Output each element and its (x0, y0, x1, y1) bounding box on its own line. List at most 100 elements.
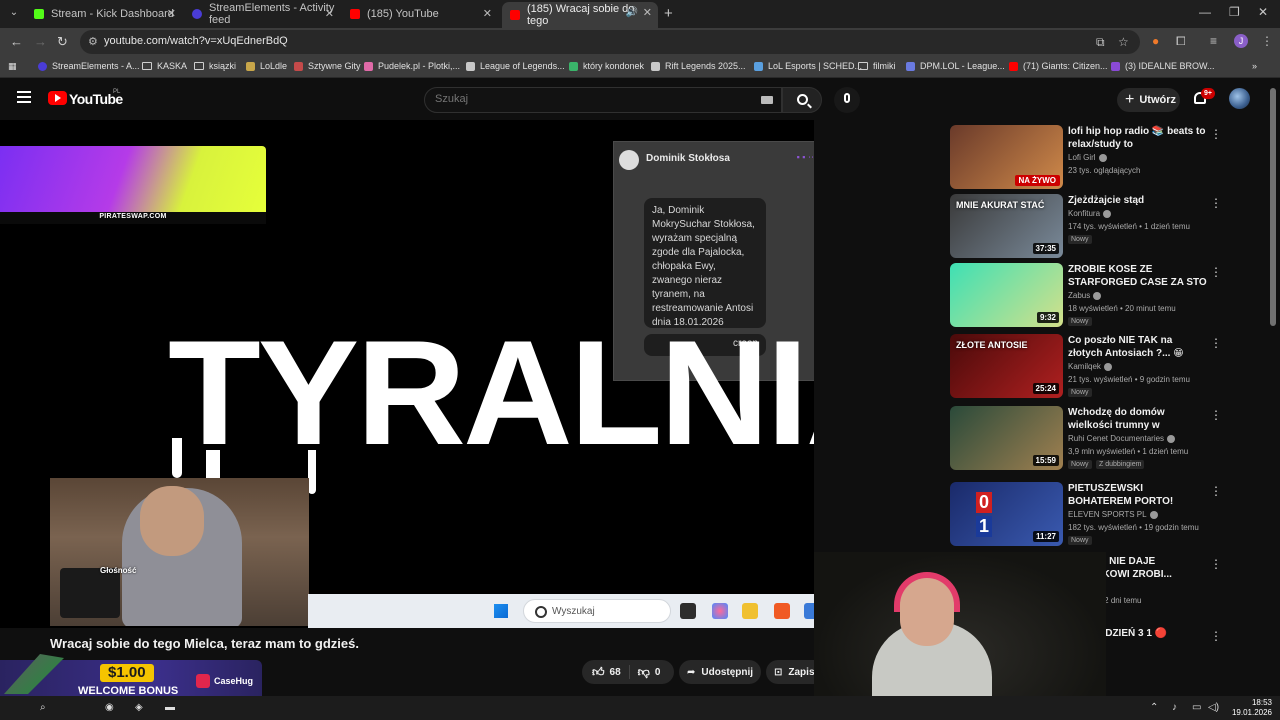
profile-avatar[interactable]: J (1234, 34, 1248, 48)
suggestion-title[interactable]: ZROBIE KOSE ZE STARFORGED CASE ZA STO DW… (1068, 263, 1208, 289)
voice-search-button[interactable] (834, 87, 860, 113)
tab-search-icon[interactable]: ⌄ (6, 5, 22, 21)
apps-grid-icon[interactable]: ▦ (8, 61, 17, 72)
address-bar[interactable]: ⚙ youtube.com/watch?v=xUqEdnerBdQ ⧉ ☆ (80, 30, 1140, 54)
suggestion-channel[interactable]: Lofi Girl (1068, 153, 1107, 162)
tab-close-icon[interactable]: ✕ (483, 7, 492, 20)
forward-icon[interactable]: → (34, 34, 47, 49)
taskbar-search-icon[interactable]: ⌕ (40, 702, 46, 713)
bookmark-item[interactable]: Rift Legends 2025... (651, 61, 746, 71)
tab-close-icon[interactable]: ✕ (643, 6, 652, 19)
bookmark-item[interactable]: (71) Giants: Citizen... (1009, 61, 1108, 71)
more-options-icon[interactable]: ⋮ (1210, 336, 1222, 350)
maximize-icon[interactable]: ❐ (1229, 5, 1240, 19)
suggestion-item[interactable]: 0 1 11:27 PIETUSZEWSKI BOHATEREM PORTO! DEB… (950, 482, 1225, 548)
new-tab-icon[interactable]: + (664, 5, 673, 22)
dislike-button[interactable]: 👎︎ 0 (630, 665, 661, 680)
suggestion-title[interactable]: PIETUSZEWSKI BOHATEREM PORTO! DEBIUT MAR… (1068, 482, 1208, 508)
suggestion-thumbnail[interactable]: NA ŻYWO (950, 125, 1063, 189)
extensions-puzzle-icon[interactable]: ⧠ (1176, 34, 1186, 49)
more-options-icon[interactable]: ⋮ (1210, 557, 1222, 571)
suggestion-title[interactable]: Co poszło NIE TAK na złotych Antosiach ?… (1068, 334, 1208, 360)
bookmark-item[interactable]: Sztywne Gity (294, 61, 361, 71)
suggestion-thumbnail[interactable]: 0 1 11:27 (950, 482, 1063, 546)
video-player[interactable]: PIRATESWAP.COM Dominik Stokłosa ▪ ▪ ⋯ Ja… (0, 120, 814, 628)
close-window-icon[interactable]: ✕ (1258, 5, 1268, 19)
share-icon: ➦ (687, 666, 696, 678)
suggestion-title[interactable]: lofi hip hop radio 📚 beats to relax/stud… (1068, 125, 1208, 151)
account-avatar[interactable] (1229, 88, 1250, 109)
network-icon[interactable]: ▭ (1192, 702, 1201, 713)
suggestion-thumbnail[interactable]: 15:59 (950, 406, 1063, 470)
volume-icon[interactable]: ◁) (1208, 702, 1219, 713)
bookmark-folder[interactable]: filmiki (858, 61, 896, 71)
bookmark-item[interactable]: LoL Esports | SCHED... (754, 61, 862, 71)
bookmark-item[interactable]: (3) IDEALNE BROW... (1111, 61, 1215, 71)
share-button[interactable]: ➦ Udostępnij (679, 660, 761, 684)
search-input[interactable] (435, 93, 735, 105)
tab-youtube[interactable]: (185) YouTube ✕ (342, 3, 498, 25)
minimize-icon[interactable]: — (1199, 5, 1211, 19)
taskbar-app-icon[interactable]: ◉ (105, 702, 114, 713)
more-options-icon[interactable]: ⋮ (1210, 484, 1222, 498)
more-bookmarks-icon[interactable]: » (1252, 61, 1257, 71)
search-box[interactable] (424, 87, 782, 113)
suggestion-item[interactable]: MNIE AKURAT STAĆ 37:35 Zjeżdżajcie stąd Kon… (950, 194, 1225, 260)
suggestion-item[interactable]: 9:32 ZROBIE KOSE ZE STARFORGED CASE ZA ST… (950, 263, 1225, 329)
speaker-icon[interactable]: 🔊 (626, 7, 638, 18)
suggestion-thumbnail[interactable]: ZŁOTE ANTOSIE 25:24 (950, 334, 1063, 398)
search-button[interactable] (782, 87, 822, 113)
site-info-icon[interactable]: ⚙ (88, 35, 98, 48)
more-options-icon[interactable]: ⋮ (1210, 196, 1222, 210)
discord-icon[interactable]: ◈ (135, 702, 143, 713)
bookmark-item[interactable]: LoLdle (246, 61, 287, 71)
youtube-logo-icon[interactable] (48, 91, 67, 105)
tab-close-icon[interactable]: ✕ (325, 7, 334, 20)
lolesports-icon (754, 61, 763, 71)
tab-streamelements[interactable]: StreamElements - Activity feed ✕ (184, 2, 340, 26)
more-options-icon[interactable]: ⋮ (1210, 127, 1222, 141)
back-icon[interactable]: ← (10, 34, 23, 49)
create-button[interactable]: + Utwórz (1117, 88, 1180, 112)
keyboard-icon[interactable] (761, 96, 773, 104)
reload-icon[interactable]: ↻ (57, 34, 68, 50)
suggestion-channel[interactable]: ELEVEN SPORTS PL (1068, 510, 1158, 519)
suggestion-channel[interactable]: Kamilqek (1068, 362, 1112, 371)
browser-menu-icon[interactable]: ⋮ (1261, 34, 1273, 48)
tab-youtube-video-active[interactable]: (185) Wracaj sobie do tego 🔊 ✕ (502, 2, 658, 28)
suggestion-item[interactable]: ZŁOTE ANTOSIE 25:24 Co poszło NIE TAK na z… (950, 334, 1225, 400)
bookmark-item[interactable]: League of Legends... (466, 61, 565, 71)
more-options-icon[interactable]: ⋮ (1210, 408, 1222, 422)
suggestion-thumbnail[interactable]: 9:32 (950, 263, 1063, 327)
file-icon[interactable]: ▬ (165, 702, 175, 713)
tab-close-icon[interactable]: ✕ (167, 7, 176, 20)
suggestion-item[interactable]: NA ŻYWO lofi hip hop radio 📚 beats to rel… (950, 125, 1225, 191)
bookmark-label: League of Legends... (480, 61, 565, 71)
tray-mic-icon[interactable]: ♪ (1172, 702, 1177, 713)
tray-expand-icon[interactable]: ⌃ (1150, 702, 1158, 713)
bookmark-item[interactable]: StreamElements - A... (38, 61, 140, 71)
suggestion-thumbnail[interactable]: MNIE AKURAT STAĆ 37:35 (950, 194, 1063, 258)
bookmark-item[interactable]: Pudelek.pl - Plotki,... (364, 61, 460, 71)
menu-icon[interactable] (17, 91, 31, 103)
extension-icon[interactable]: ● (1152, 34, 1159, 48)
suggestion-title[interactable]: Zjeżdżajcie stąd (1068, 194, 1208, 207)
suggestion-channel[interactable]: Zabus (1068, 291, 1102, 300)
bookmark-star-icon[interactable]: ☆ (1118, 35, 1129, 49)
bookmark-item[interactable]: DPM.LOL - League... (906, 61, 1005, 71)
more-options-icon[interactable]: ⋮ (1210, 265, 1222, 279)
install-app-icon[interactable]: ⧉ (1096, 35, 1105, 50)
bookmark-item[interactable]: który kondonek (569, 61, 644, 71)
like-button[interactable]: 👍︎ 68 (582, 665, 630, 679)
bookmark-folder[interactable]: KASKA (142, 61, 187, 71)
page-scrollbar[interactable] (1270, 88, 1276, 326)
suggestion-title[interactable]: Wchodzę do domów wielkości trumny w Hong… (1068, 406, 1208, 432)
suggestion-channel[interactable]: Konfitura (1068, 209, 1112, 218)
media-control-icon[interactable]: ≡ (1210, 34, 1217, 48)
system-clock[interactable]: 18:53 19.01.2026 (1226, 698, 1272, 718)
more-options-icon[interactable]: ⋮ (1210, 629, 1222, 643)
suggestion-item[interactable]: 15:59 Wchodzę do domów wielkości trumny w… (950, 406, 1225, 472)
bookmark-folder[interactable]: ksiązki (194, 61, 236, 71)
tab-kick-dashboard[interactable]: Stream - Kick Dashboard ✕ (26, 3, 182, 25)
suggestion-channel[interactable]: Ruhi Cenet Documentaries (1068, 434, 1176, 443)
